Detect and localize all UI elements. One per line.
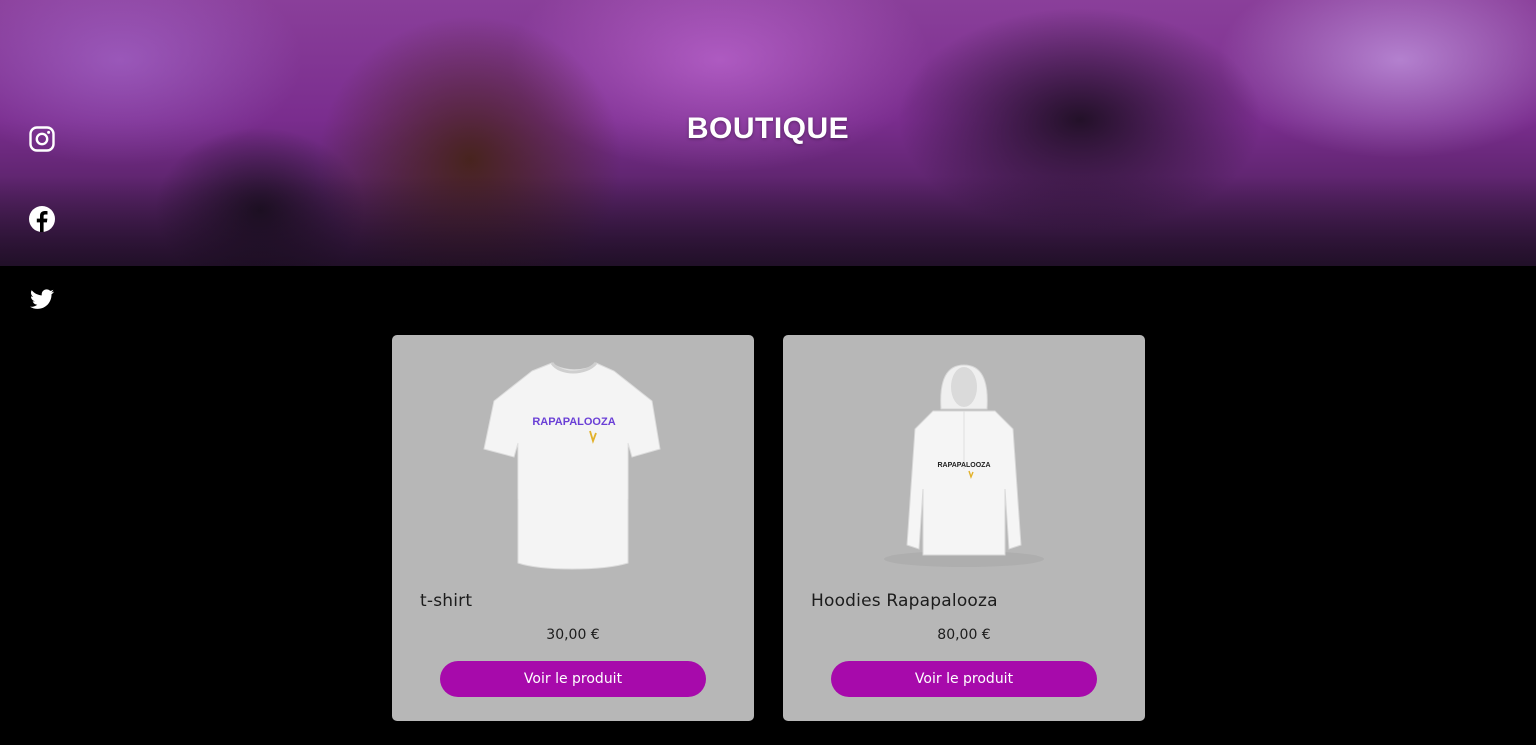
facebook-icon[interactable]: [28, 205, 56, 233]
twitter-icon[interactable]: [28, 285, 56, 313]
hoodie-print: RAPAPALOOZA: [937, 462, 990, 469]
tshirt-print: RAPAPALOOZA: [532, 416, 615, 428]
product-image-hoodie[interactable]: RAPAPALOOZA: [783, 349, 1145, 579]
product-card: RAPAPALOOZA t-shirt 30,00 € Voir le prod…: [392, 335, 754, 721]
product-card: RAPAPALOOZA Hoodies Rapapalooza 80,00 € …: [783, 335, 1145, 721]
product-image-tshirt[interactable]: RAPAPALOOZA: [392, 349, 754, 579]
hero-banner: BOUTIQUE: [0, 0, 1536, 266]
product-name[interactable]: t-shirt: [420, 591, 472, 611]
product-price: 80,00 €: [937, 627, 991, 643]
instagram-icon[interactable]: [28, 125, 56, 153]
view-product-button[interactable]: Voir le produit: [831, 661, 1097, 697]
page-title: BOUTIQUE: [686, 112, 850, 145]
product-name[interactable]: Hoodies Rapapalooza: [811, 591, 998, 611]
page: BOUTIQUE RAPAPALOOZA t-shirt 30,00 € Voi…: [0, 0, 1536, 745]
view-product-button[interactable]: Voir le produit: [440, 661, 706, 697]
product-price: 30,00 €: [546, 627, 600, 643]
